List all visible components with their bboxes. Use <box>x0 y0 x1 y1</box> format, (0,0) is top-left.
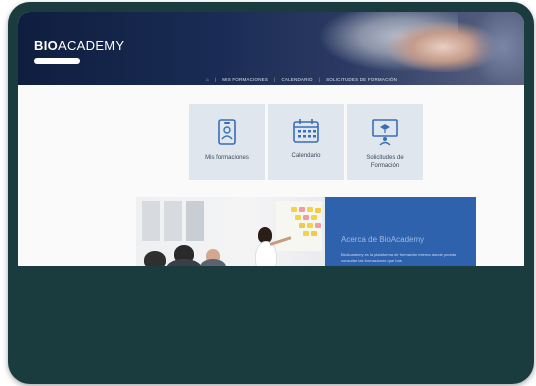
about-text: BioAcademy es la plataforma de formación… <box>341 252 457 263</box>
tile-mis-formaciones[interactable]: Mis formaciones <box>189 104 265 180</box>
nav-separator: | <box>214 77 217 82</box>
about-panel: Acerca de BioAcademy BioAcademy es la pl… <box>325 197 476 266</box>
logo-regular: ACADEMY <box>58 38 125 53</box>
top-navigation: ⌂ | MIS FORMACIONES | CALENDARIO | SOLIC… <box>206 77 397 82</box>
sticky-note <box>311 231 317 236</box>
sticky-note <box>303 215 309 220</box>
sticky-note <box>307 207 313 212</box>
nav-item-calendario[interactable]: CALENDARIO <box>281 77 312 82</box>
sticky-note <box>315 208 321 213</box>
calendar-icon <box>293 119 319 143</box>
person-attendee-body <box>166 259 202 266</box>
logo[interactable]: BIOACADEMY <box>34 38 124 53</box>
sticky-note <box>311 215 317 220</box>
tablet-frame: BIOACADEMY ⌂ | MIS FORMACIONES | CALENDA… <box>8 2 534 384</box>
tile-label: Solicitudes de Formación <box>366 155 404 169</box>
tile-solicitudes-formacion[interactable]: Solicitudes de Formación <box>347 104 423 180</box>
nav-separator: | <box>274 77 276 82</box>
nav-item-solicitudes[interactable]: SOLICITUDES DE FORMACIÓN <box>326 77 397 82</box>
sticky-note <box>315 223 321 228</box>
logo-underline <box>34 58 80 64</box>
quick-access-tiles: Mis formaciones Calendario Solicitudes d… <box>189 104 423 180</box>
about-title: Acerca de BioAcademy <box>341 235 425 244</box>
about-banner: Acerca de BioAcademy BioAcademy es la pl… <box>136 197 476 266</box>
sticky-note <box>303 231 309 236</box>
nav-item-mis-formaciones[interactable]: MIS FORMACIONES <box>222 77 268 82</box>
id-badge-icon <box>218 119 236 145</box>
window <box>186 201 204 241</box>
sticky-note <box>299 207 305 212</box>
sticky-note <box>295 215 301 220</box>
sticky-note <box>307 223 313 228</box>
person-attendee-body <box>200 259 226 266</box>
presentation-icon <box>372 119 398 146</box>
sticky-note <box>299 223 305 228</box>
tile-calendario[interactable]: Calendario <box>268 104 344 180</box>
window <box>142 201 160 241</box>
logo-bold: BIO <box>34 38 59 53</box>
tile-label: Mis formaciones <box>205 155 249 161</box>
person-attendee-head <box>144 251 166 266</box>
sticky-note <box>291 207 297 212</box>
hero-photo-sleeve <box>468 12 524 85</box>
classroom-photo <box>136 197 325 266</box>
screen: BIOACADEMY ⌂ | MIS FORMACIONES | CALENDA… <box>18 12 524 266</box>
home-icon[interactable]: ⌂ <box>206 77 209 82</box>
window <box>164 201 182 241</box>
tile-label: Calendario <box>291 153 321 159</box>
nav-separator: | <box>318 77 321 82</box>
hero-header: BIOACADEMY ⌂ | MIS FORMACIONES | CALENDA… <box>18 12 524 85</box>
